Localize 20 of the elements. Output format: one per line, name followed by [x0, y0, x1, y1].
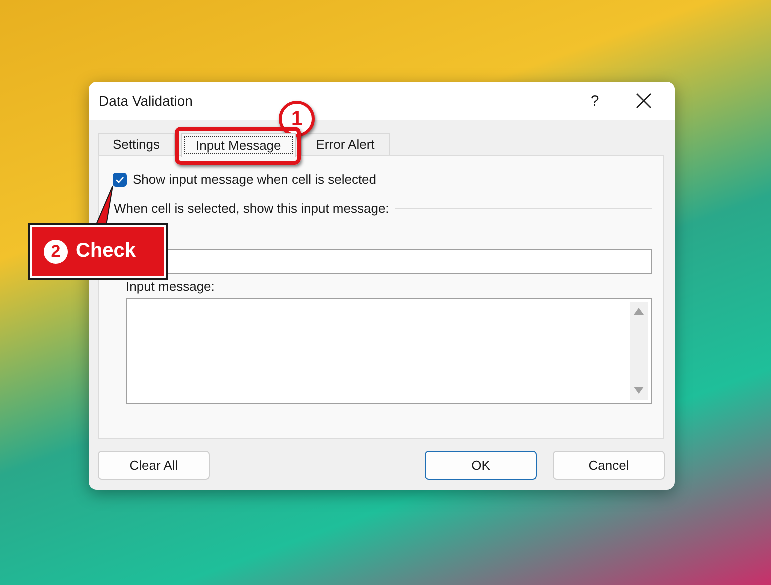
group-label: When cell is selected, show this input message: [114, 201, 390, 216]
input-message-field[interactable] [126, 298, 652, 404]
checkbox[interactable] [113, 172, 127, 186]
scroll-down-icon[interactable] [634, 387, 644, 394]
dialog-button[interactable]: Cancel [553, 451, 665, 480]
tab[interactable]: Settings [98, 133, 175, 155]
tab[interactable]: Error Alert [301, 133, 390, 155]
tab[interactable]: Input Message [180, 133, 296, 157]
help-button[interactable]: ? [575, 92, 615, 110]
scrollbar[interactable] [630, 302, 648, 400]
dialog-button[interactable]: Clear All [98, 451, 210, 480]
input-message-label: Input message: [126, 279, 215, 294]
scroll-up-icon[interactable] [634, 308, 644, 315]
close-icon[interactable] [635, 92, 653, 110]
check-icon [115, 174, 125, 184]
checkbox-label[interactable]: Show input message when cell is selected [133, 172, 377, 187]
dialog-button[interactable]: OK [425, 451, 537, 480]
callout-text: Check [76, 240, 136, 263]
window-title: Data Validation [99, 93, 194, 109]
step-number-badge: 2 [44, 240, 68, 264]
